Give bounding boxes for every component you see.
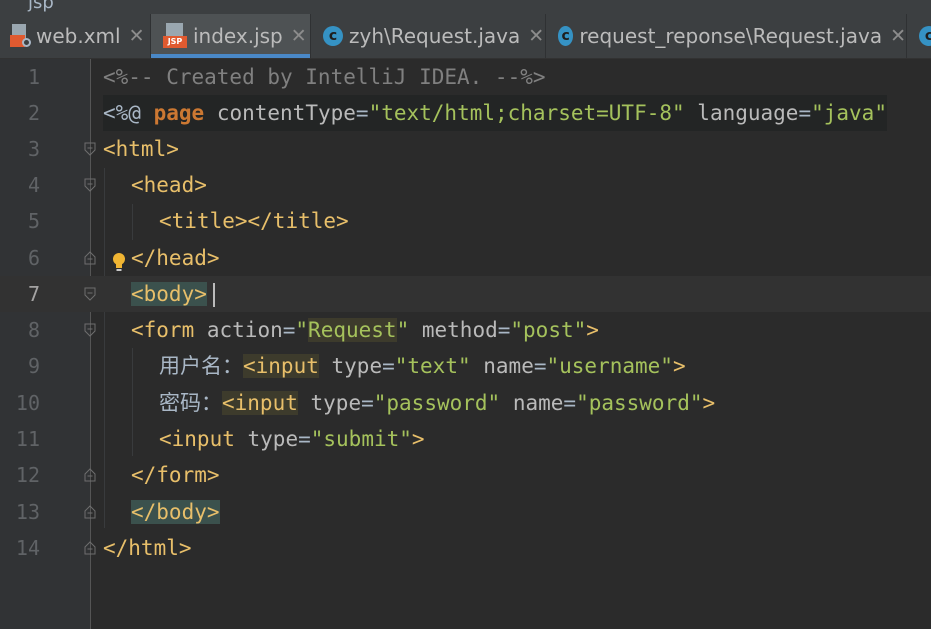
line-number: 12 (15, 463, 40, 487)
line-number: 6 (27, 246, 40, 270)
code-line-7: 7 <body> (0, 276, 931, 312)
class-icon: c (919, 26, 931, 46)
line-number: 7 (27, 282, 40, 306)
code-text: <form action="Request" method="post"> (131, 318, 599, 342)
code-line-3: 3 <html> (0, 131, 931, 167)
fold-marker-icon[interactable] (84, 323, 96, 337)
close-icon[interactable]: ✕ (528, 25, 544, 47)
tab-request-reponse-request-java[interactable]: c request_reponse\Request.java ✕ (546, 14, 907, 58)
tab-label: web.xml (36, 24, 121, 48)
line-number: 4 (27, 173, 40, 197)
code-text: </html> (103, 536, 192, 560)
tab-label: zyh\Request.java (349, 24, 521, 48)
fold-marker-icon[interactable] (84, 505, 96, 519)
code-line-4: 4 <head> (0, 167, 931, 203)
line-number: 1 (27, 65, 40, 89)
code-line-10: 10 密码：<input type="password" name="passw… (0, 385, 931, 421)
line-number: 8 (27, 318, 40, 342)
tab-web-xml[interactable]: web.xml ✕ (0, 14, 151, 58)
breadcrumb-strip: jsp (0, 0, 931, 14)
code-line-5: 5 <title></title> (0, 203, 931, 239)
close-icon[interactable]: ✕ (129, 25, 145, 47)
text-caret (213, 283, 215, 307)
class-icon: c (323, 26, 343, 46)
code-text: </form> (131, 463, 220, 487)
code-text: 密码：<input type="password" name="password… (159, 391, 716, 415)
tab-overflow[interactable]: c (907, 14, 931, 58)
code-text: <body> (131, 282, 207, 306)
code-line-12: 12 </form> (0, 457, 931, 493)
close-icon[interactable]: ✕ (291, 25, 307, 47)
line-number: 10 (15, 391, 40, 415)
tab-zyh-request-java[interactable]: c zyh\Request.java ✕ (311, 14, 546, 58)
code-line-1: 1 <%-- Created by IntelliJ IDEA. --%> (0, 59, 931, 95)
code-line-11: 11 <input type="submit"> (0, 421, 931, 457)
code-text: <title></title> (159, 209, 349, 233)
code-text: <%-- Created by IntelliJ IDEA. --%> (103, 65, 546, 89)
code-line-13: 13 </body> (0, 494, 931, 530)
fold-marker-icon[interactable] (84, 178, 96, 192)
tab-label: index.jsp (193, 24, 283, 48)
code-text: <input type="submit"> (159, 427, 425, 451)
tab-index-jsp[interactable]: JSP index.jsp ✕ (151, 14, 311, 58)
line-number: 5 (27, 209, 40, 233)
fold-marker-icon[interactable] (84, 287, 96, 301)
class-icon: c (558, 26, 574, 46)
code-line-8: 8 <form action="Request" method="post"> (0, 312, 931, 348)
editor-tab-bar: jsp web.xml ✕ JSP index.jsp ✕ c zyh\Requ… (0, 0, 931, 59)
fold-marker-icon[interactable] (84, 468, 96, 482)
code-line-2: 2 <%@ page contentType="text/html;charse… (0, 95, 931, 131)
code-line-14: 14 </html> (0, 530, 931, 566)
code-text: </head> (131, 246, 220, 270)
fold-marker-icon[interactable] (84, 251, 96, 265)
close-icon[interactable]: ✕ (890, 25, 906, 47)
line-number: 11 (15, 427, 40, 451)
tab-label: request_reponse\Request.java (579, 24, 883, 48)
line-number: 2 (27, 101, 40, 125)
jsp-file-icon: JSP (163, 23, 187, 49)
fold-marker-icon[interactable] (84, 541, 96, 555)
lightbulb-icon[interactable] (112, 252, 126, 274)
fold-marker-icon[interactable] (84, 142, 96, 156)
line-number: 14 (15, 536, 40, 560)
line-number: 9 (27, 354, 40, 378)
code-text: 用户名：<input type="text" name="username"> (159, 354, 686, 378)
breadcrumb-text: jsp (28, 0, 54, 13)
code-line-9: 9 用户名：<input type="text" name="username"… (0, 348, 931, 384)
code-text: </body> (131, 500, 220, 524)
line-number: 3 (27, 137, 40, 161)
code-text: <html> (103, 137, 179, 161)
code-line-6: 6 </head> (0, 240, 931, 276)
code-text: <%@ page contentType="text/html;charset=… (103, 95, 887, 131)
xml-file-icon (10, 24, 31, 48)
line-number: 13 (15, 500, 40, 524)
code-text: <head> (131, 173, 207, 197)
